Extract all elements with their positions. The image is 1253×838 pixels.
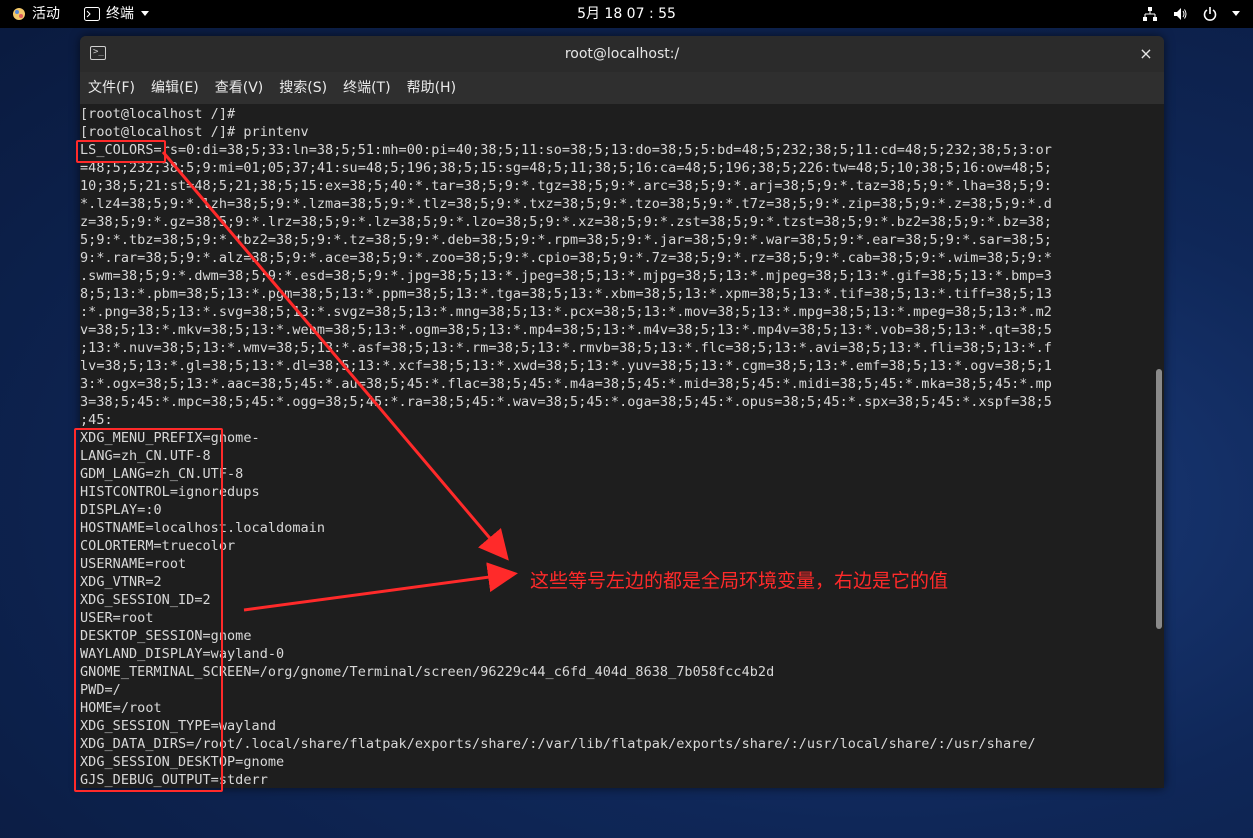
scrollbar[interactable] — [1156, 369, 1162, 629]
terminal-line: HOME=/root — [80, 700, 162, 716]
activities-button[interactable]: 活动 — [12, 0, 60, 28]
menu-terminal[interactable]: 终端(T) — [335, 72, 398, 104]
terminal-line: 10;38;5;21:st=48;5;21;38;5;15:ex=38;5;40… — [80, 178, 1052, 194]
terminal-line: XDG_MENU_PREFIX=gnome- — [80, 430, 260, 446]
terminal-line: *.lz4=38;5;9:*.lzh=38;5;9:*.lzma=38;5;9:… — [80, 196, 1052, 212]
clock[interactable]: 5月 18 07 : 55 — [0, 0, 1253, 28]
terminal-line: GJS_DEBUG_OUTPUT=stderr — [80, 772, 268, 788]
annotation-text: 这些等号左边的都是全局环境变量，右边是它的值 — [530, 570, 949, 592]
terminal-line: DISPLAY=:0 — [80, 502, 162, 518]
activities-label: 活动 — [32, 6, 60, 22]
terminal-line: LS_COLORS=rs=0:di=38;5;33:ln=38;5;51:mh=… — [80, 142, 1052, 158]
terminal-line: [root@localhost /]# printenv — [80, 124, 309, 140]
menu-view[interactable]: 查看(V) — [207, 72, 272, 104]
menu-help[interactable]: 帮助(H) — [399, 72, 464, 104]
terminal-line: XDG_SESSION_ID=2 — [80, 592, 211, 608]
terminal-line: WAYLAND_DISPLAY=wayland-0 — [80, 646, 285, 662]
menu-file[interactable]: 文件(F) — [80, 72, 143, 104]
window-title: root@localhost:/ — [564, 46, 680, 62]
terminal-line: 5;9:*.tbz=38;5;9:*.tbz2=38;5;9:*.tz=38;5… — [80, 232, 1052, 248]
terminal-line: :*.png=38;5;13:*.svg=38;5;13:*.svgz=38;5… — [80, 304, 1052, 320]
terminal-line: [root@localhost /]# — [80, 106, 236, 122]
terminal-line: USER=root — [80, 610, 154, 626]
terminal-line: GNOME_TERMINAL_SCREEN=/org/gnome/Termina… — [80, 664, 775, 680]
terminal-line: ;45: — [80, 412, 113, 428]
env-vars-highlight-box — [74, 428, 223, 792]
power-icon[interactable] — [1201, 5, 1219, 23]
terminal-line: ;13:*.nuv=38;5;13:*.wmv=38;5;13:*.asf=38… — [80, 340, 1052, 356]
top-bar: 活动 终端 5月 18 07 : 55 — [0, 0, 1253, 28]
app-menu-label: 终端 — [106, 6, 134, 22]
menu-bar: 文件(F) 编辑(E) 查看(V) 搜索(S) 终端(T) 帮助(H) — [80, 72, 1164, 104]
terminal-line: DESKTOP_SESSION=gnome — [80, 628, 252, 644]
terminal-line: XDG_SESSION_DESKTOP=gnome — [80, 754, 285, 770]
terminal-line: v=38;5;13:*.mkv=38;5;13:*.webm=38;5;13:*… — [80, 322, 1052, 338]
chevron-down-icon[interactable] — [1231, 10, 1241, 18]
ls-colors-highlight-box — [76, 140, 166, 163]
terminal-line: 9:*.rar=38;5;9:*.alz=38;5;9:*.ace=38;5;9… — [80, 250, 1052, 266]
terminal-line: 3:*.ogx=38;5;13:*.aac=38;5;45:*.au=38;5;… — [80, 376, 1052, 392]
terminal-line: 8;5;13:*.pbm=38;5;13:*.pgm=38;5;13:*.ppm… — [80, 286, 1052, 302]
terminal-line: LANG=zh_CN.UTF-8 — [80, 448, 211, 464]
terminal-line: .swm=38;5;9:*.dwm=38;5;9:*.esd=38;5;9:*.… — [80, 268, 1052, 284]
chevron-down-icon — [141, 11, 149, 16]
app-menu-button[interactable]: 终端 — [84, 0, 150, 28]
network-icon[interactable] — [1141, 5, 1159, 23]
terminal-line: HISTCONTROL=ignoredups — [80, 484, 260, 500]
terminal-window: >_ root@localhost:/ × 文件(F) 编辑(E) 查看(V) … — [80, 36, 1164, 788]
terminal-line: XDG_SESSION_TYPE=wayland — [80, 718, 277, 734]
menu-edit[interactable]: 编辑(E) — [143, 72, 207, 104]
terminal-line: COLORTERM=truecolor — [80, 538, 236, 554]
terminal-text: [root@localhost /]# [root@localhost /]# p… — [80, 105, 1152, 788]
close-icon[interactable]: × — [1136, 44, 1156, 64]
terminal-line: GDM_LANG=zh_CN.UTF-8 — [80, 466, 244, 482]
terminal-line: 3=38;5;45:*.mpc=38;5;45:*.ogg=38;5;45:*.… — [80, 394, 1052, 410]
terminal-icon — [84, 7, 100, 21]
terminal-line: XDG_DATA_DIRS=/root/.local/share/flatpak… — [80, 736, 1036, 752]
activities-icon — [13, 8, 25, 20]
terminal-line: PWD=/ — [80, 682, 121, 698]
terminal-line: lv=38;5;13:*.gl=38;5;13:*.dl=38;5;13:*.x… — [80, 358, 1052, 374]
terminal-line: HOSTNAME=localhost.localdomain — [80, 520, 326, 536]
terminal-output[interactable]: [root@localhost /]# [root@localhost /]# p… — [80, 104, 1164, 788]
window-titlebar[interactable]: >_ root@localhost:/ × — [80, 36, 1164, 72]
menu-search[interactable]: 搜索(S) — [271, 72, 335, 104]
terminal-line: =48;5;232;38;5;9:mi=01;05;37;41:su=48;5;… — [80, 160, 1052, 176]
system-tray[interactable] — [1141, 0, 1241, 28]
volume-icon[interactable] — [1171, 5, 1189, 23]
terminal-line: z=38;5;9:*.gz=38;5;9:*.lrz=38;5;9:*.lz=3… — [80, 214, 1052, 230]
